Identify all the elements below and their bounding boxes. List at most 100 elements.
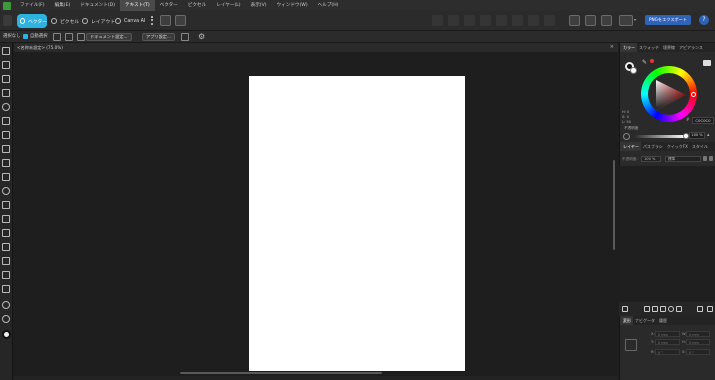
tab-layers[interactable]: レイヤー <box>620 142 641 151</box>
corner-tool-icon[interactable] <box>2 89 10 97</box>
export-png-button[interactable]: PNGをエクスポート <box>645 15 692 25</box>
tab-history[interactable]: 履歴 <box>657 316 669 325</box>
tab-color[interactable]: カラー <box>620 43 637 52</box>
move-tool-icon[interactable] <box>2 47 10 55</box>
add-mask-icon[interactable] <box>660 306 666 312</box>
horizontal-scrollbar[interactable] <box>180 372 382 374</box>
persona-layout-button[interactable]: レイアウト <box>82 14 115 28</box>
menu-view[interactable]: 表示(V) <box>246 0 272 11</box>
artboard-tool-icon[interactable] <box>2 61 10 69</box>
settings-small-icon[interactable] <box>709 156 713 161</box>
tf-r-field[interactable]: 0 ° <box>655 349 680 355</box>
add-layer-icon[interactable] <box>644 306 650 312</box>
tab-stroke[interactable]: 境界線 <box>661 43 677 52</box>
color-triangle[interactable] <box>652 77 688 113</box>
menu-layer[interactable]: レイヤー(L) <box>211 0 245 11</box>
persona-pixel-button[interactable]: ピクセル <box>51 14 79 28</box>
tab-transform[interactable]: 変形 <box>620 316 633 325</box>
fill-swatch[interactable] <box>630 67 637 74</box>
distribute-icon[interactable] <box>480 15 491 26</box>
view-mode-icon[interactable] <box>585 15 596 26</box>
pen-tool-icon[interactable] <box>2 117 10 125</box>
chevron-down-icon[interactable]: ▾ <box>634 17 636 22</box>
shape-tool-icon[interactable] <box>2 187 10 195</box>
select-mode-icon[interactable] <box>53 33 61 41</box>
layer-options-icon[interactable] <box>622 306 628 312</box>
node-tool-icon[interactable] <box>2 75 10 83</box>
close-icon[interactable]: × <box>610 43 614 52</box>
opacity-slider[interactable] <box>634 135 686 138</box>
share-icon[interactable] <box>160 15 171 26</box>
help-button[interactable]: ? <box>699 15 709 25</box>
more-icon[interactable] <box>151 16 153 25</box>
arrange-front-icon[interactable] <box>496 15 507 26</box>
blend-mode-select[interactable]: 標準 <box>665 156 701 162</box>
tf-y-field[interactable]: 0 mm <box>655 339 680 345</box>
layer-list[interactable] <box>619 166 715 302</box>
rectangle-tool-icon[interactable] <box>2 173 10 181</box>
persona-vector-button[interactable]: ベクター <box>17 14 47 28</box>
menu-edit[interactable]: 編集(E) <box>50 0 76 11</box>
select-subtract-icon[interactable] <box>77 33 85 41</box>
layer-opacity-field[interactable]: 100 % <box>641 156 661 162</box>
gear-icon[interactable]: ⚙ <box>198 32 205 42</box>
menu-document[interactable]: ドキュメント(D) <box>75 0 120 11</box>
opacity-input[interactable]: 100 % <box>689 132 705 139</box>
lock-icon[interactable] <box>703 156 707 161</box>
menu-vector[interactable]: ベクター <box>155 0 183 11</box>
tab-styles[interactable]: スタイル <box>690 142 710 151</box>
snapping-icon[interactable] <box>569 15 580 26</box>
eyedropper-icon[interactable]: ✎ <box>642 59 647 66</box>
app-settings-button[interactable]: アプリ設定... <box>142 33 175 41</box>
opacity-stepper-icon[interactable]: ▴ <box>707 132 710 138</box>
panel-menu-icon[interactable] <box>703 60 711 66</box>
tf-s-field[interactable]: 0 ° <box>686 349 710 355</box>
document-tab[interactable]: <名称未設定> (75.0%) × <box>14 43 618 52</box>
fx-icon[interactable] <box>676 306 682 312</box>
menu-pixel[interactable]: ピクセル <box>183 0 211 11</box>
artboard[interactable] <box>249 76 465 371</box>
point-transform-icon[interactable] <box>2 103 10 111</box>
pen-dropdown-icon[interactable] <box>619 15 633 26</box>
text-tool-icon[interactable] <box>2 201 10 209</box>
hex-input[interactable]: C0C0C0 <box>692 117 714 124</box>
boolean-add-icon[interactable] <box>528 15 539 26</box>
vertical-scrollbar[interactable] <box>613 160 615 250</box>
brush-tool-icon[interactable] <box>2 145 10 153</box>
transparency-tool-icon[interactable] <box>2 215 10 223</box>
eyedropper-icon[interactable] <box>2 285 10 293</box>
adjustment-icon[interactable] <box>668 306 674 312</box>
hue-handle[interactable] <box>691 92 696 97</box>
color-picker-icon[interactable] <box>2 257 10 265</box>
tf-x-field[interactable]: 0 mm <box>655 331 680 337</box>
place-image-icon[interactable] <box>2 229 10 237</box>
zoom-tool-icon[interactable] <box>2 315 10 323</box>
quick-view-icon[interactable] <box>601 15 612 26</box>
menu-file[interactable]: ファイル(F) <box>15 0 50 11</box>
pencil-tool-icon[interactable] <box>2 131 10 139</box>
menu-text[interactable]: テキスト(T) <box>119 0 155 11</box>
arrange-back-icon[interactable] <box>512 15 523 26</box>
fill-color-swatch[interactable] <box>2 330 11 339</box>
delete-layer-icon[interactable] <box>707 306 713 312</box>
auto-select-checkbox[interactable] <box>23 34 28 39</box>
menu-window[interactable]: ウィンドウ(W) <box>272 0 313 11</box>
add-group-icon[interactable] <box>652 306 658 312</box>
persona-canva-ai-button[interactable]: Canva AI <box>115 14 145 28</box>
tf-h-field[interactable]: 0 mm <box>686 339 710 345</box>
boolean-subtract-icon[interactable] <box>544 15 555 26</box>
document-settings-button[interactable]: ドキュメント設定... <box>86 33 132 41</box>
tab-quick-fx[interactable]: クイックFX <box>665 142 690 151</box>
anchor-selector[interactable] <box>625 339 637 351</box>
ruler-tool-icon[interactable] <box>2 271 10 279</box>
select-add-icon[interactable] <box>65 33 73 41</box>
tab-navigator[interactable]: ナビゲータ <box>633 316 657 325</box>
fill-tool-icon[interactable] <box>2 159 10 167</box>
tf-w-field[interactable]: 0 mm <box>686 331 710 337</box>
menu-help[interactable]: ヘルプ(H) <box>313 0 344 11</box>
align-center-icon[interactable] <box>448 15 459 26</box>
new-layer-icon[interactable] <box>697 306 703 312</box>
align-left-icon[interactable] <box>432 15 443 26</box>
snap-toggle-icon[interactable] <box>181 33 189 41</box>
grid-icon[interactable] <box>175 15 186 26</box>
